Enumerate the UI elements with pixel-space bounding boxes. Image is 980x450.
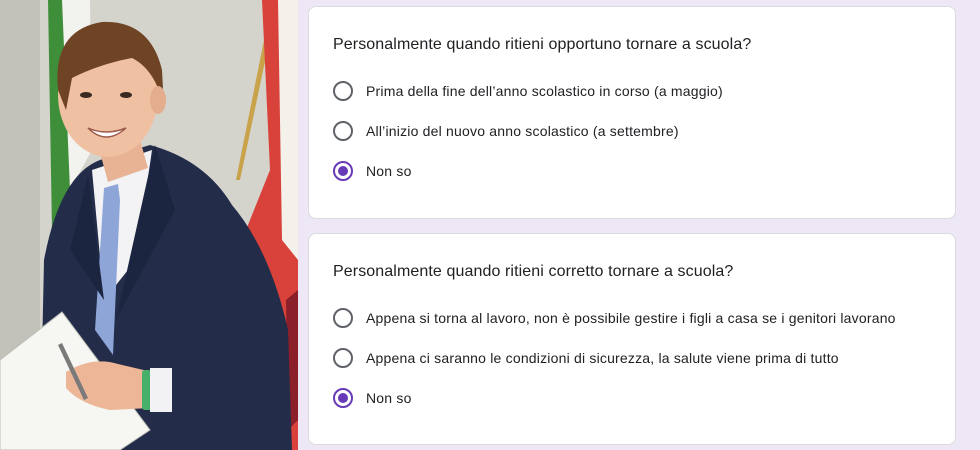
question-title: Personalmente quando ritieni opportuno t… bbox=[333, 36, 752, 53]
radio-button-selected[interactable] bbox=[333, 388, 353, 408]
radio-button-selected[interactable] bbox=[333, 161, 353, 181]
option-label: Non so bbox=[366, 163, 412, 179]
radio-button[interactable] bbox=[333, 121, 353, 141]
radio-option[interactable]: Prima della fine dell’anno scolastico in… bbox=[333, 71, 931, 111]
radio-button[interactable] bbox=[333, 348, 353, 368]
radio-button[interactable] bbox=[333, 308, 353, 328]
radio-option[interactable]: Non so bbox=[333, 151, 931, 191]
option-label: All’inizio del nuovo anno scolastico (a … bbox=[366, 123, 679, 139]
portrait-photo bbox=[0, 0, 298, 450]
option-label: Non so bbox=[366, 390, 412, 406]
option-label: Appena ci saranno le condizioni di sicur… bbox=[366, 350, 839, 366]
radio-button[interactable] bbox=[333, 81, 353, 101]
option-label: Appena si torna al lavoro, non è possibi… bbox=[366, 310, 896, 326]
question-title: Personalmente quando ritieni corretto to… bbox=[333, 263, 734, 280]
radio-option[interactable]: Appena si torna al lavoro, non è possibi… bbox=[333, 298, 931, 338]
option-label: Prima della fine dell’anno scolastico in… bbox=[366, 83, 723, 99]
question-card: Personalmente quando ritieni opportuno t… bbox=[308, 6, 956, 219]
question-card: Personalmente quando ritieni corretto to… bbox=[308, 233, 956, 445]
radio-option[interactable]: Appena ci saranno le condizioni di sicur… bbox=[333, 338, 931, 378]
survey-form: Personalmente quando ritieni opportuno t… bbox=[298, 0, 980, 450]
radio-option[interactable]: Non so bbox=[333, 378, 931, 418]
portrait-illustration bbox=[0, 0, 298, 450]
radio-option[interactable]: All’inizio del nuovo anno scolastico (a … bbox=[333, 111, 931, 151]
